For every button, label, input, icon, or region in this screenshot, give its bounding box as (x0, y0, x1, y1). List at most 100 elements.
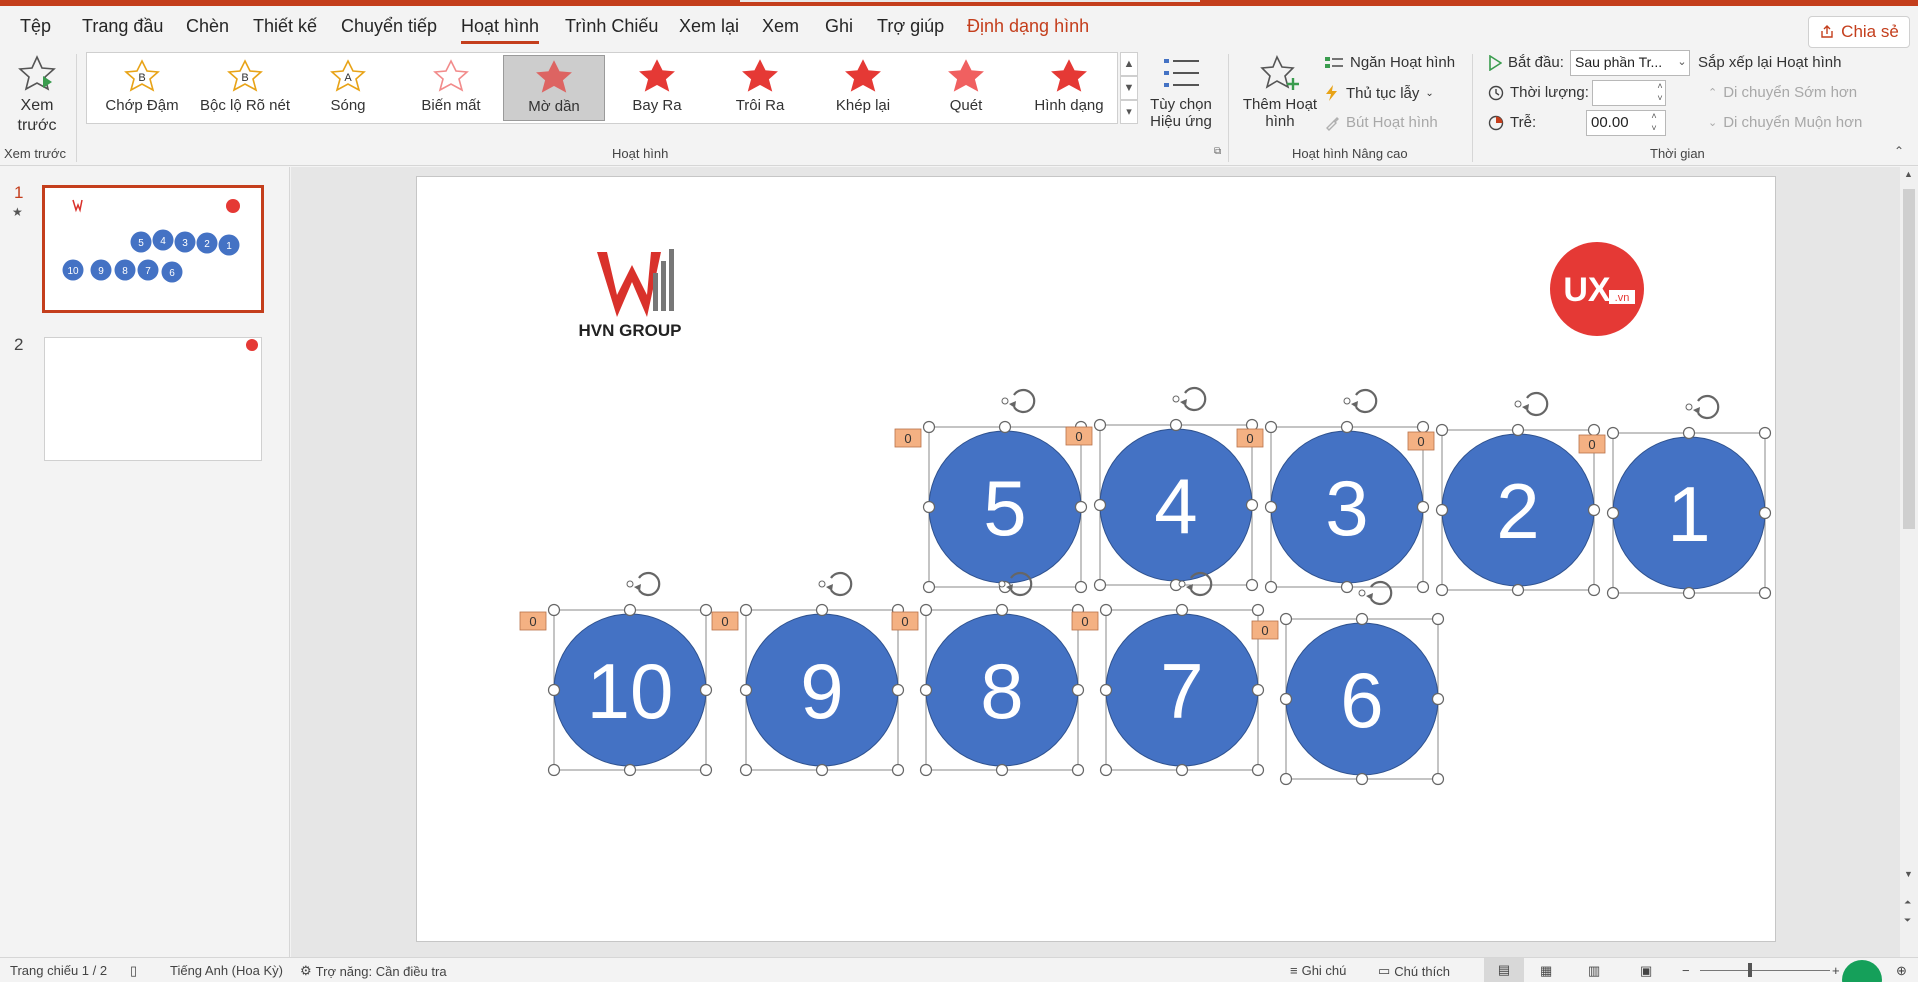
scroll-down-icon[interactable]: ▼ (1904, 869, 1913, 879)
resize-handle[interactable] (1587, 503, 1601, 517)
animation-option-8[interactable]: Khép lại (812, 55, 914, 121)
resize-handle[interactable] (919, 603, 933, 617)
preview-button[interactable]: Xem trước (6, 52, 68, 144)
collapse-ribbon-icon[interactable]: ⌃ (1894, 144, 1904, 158)
circle-shape[interactable]: 20 (1407, 391, 1601, 597)
tab-animations[interactable]: Hoạt hình (461, 16, 540, 44)
grammarly-icon[interactable] (1842, 960, 1882, 982)
resize-handle[interactable] (922, 580, 936, 594)
animation-order-tag[interactable]: 0 (894, 428, 922, 448)
zoom-slider[interactable] (1700, 970, 1830, 971)
resize-handle[interactable] (1175, 603, 1189, 617)
resize-handle[interactable] (547, 683, 561, 697)
circle-shape[interactable]: 80 (891, 571, 1085, 777)
start-dropdown-icon[interactable]: ⌄ (1676, 50, 1688, 76)
move-later-button[interactable]: ⌄ Di chuyển Muộn hơn (1708, 114, 1862, 131)
zoom-slider-thumb[interactable] (1748, 963, 1752, 977)
circle-shape[interactable]: 90 (711, 571, 905, 777)
resize-handle[interactable] (1435, 503, 1449, 517)
resize-handle[interactable] (1245, 578, 1259, 592)
resize-handle[interactable] (1264, 420, 1278, 434)
resize-handle[interactable] (1169, 418, 1183, 432)
slideshow-icon[interactable]: ▣ (1640, 963, 1652, 979)
resize-handle[interactable] (623, 603, 637, 617)
animation-order-tag[interactable]: 0 (711, 611, 739, 631)
delay-spin-icon[interactable]: ˄ ˅ (1648, 110, 1660, 136)
resize-handle[interactable] (1071, 683, 1085, 697)
zoom-out-icon[interactable]: − (1682, 963, 1690, 978)
resize-handle[interactable] (1355, 612, 1369, 626)
effect-options-button[interactable]: Tùy chọn Hiệu ứng (1138, 52, 1224, 144)
resize-handle[interactable] (699, 603, 713, 617)
tab-home[interactable]: Trang đầu (82, 16, 163, 37)
duration-spin-icon[interactable]: ˄ ˅ (1654, 80, 1666, 106)
resize-handle[interactable] (1511, 583, 1525, 597)
circle-shape[interactable]: 60 (1251, 580, 1445, 786)
resize-handle[interactable] (1587, 583, 1601, 597)
animation-option-2[interactable]: B Bộc lộ Rõ nét (194, 55, 296, 121)
resize-handle[interactable] (1435, 583, 1449, 597)
resize-handle[interactable] (998, 420, 1012, 434)
rotate-handle-icon[interactable] (1514, 391, 1549, 417)
animation-option-6[interactable]: Bay Ra (606, 55, 708, 121)
rotate-handle-icon[interactable] (1343, 388, 1378, 414)
resize-handle[interactable] (1279, 612, 1293, 626)
animation-option-5[interactable]: Mờ dần (503, 55, 605, 121)
resize-handle[interactable] (1099, 683, 1113, 697)
normal-view-icon[interactable]: ▤ (1484, 958, 1524, 982)
animation-pane-button[interactable]: Ngăn Hoạt hình (1324, 54, 1455, 71)
notes-button[interactable]: ≡ Ghi chú (1290, 963, 1346, 978)
slide-canvas[interactable]: HVN GROUP UX .vn 5 0 4 0 3 0 2 0 1 0 10 0 9 0 8 0 7 0 6 0 (416, 176, 1776, 942)
resize-handle[interactable] (919, 763, 933, 777)
resize-handle[interactable] (1264, 580, 1278, 594)
gallery-down-button[interactable]: ▼ (1120, 76, 1138, 100)
animation-option-3[interactable]: A Sóng (297, 55, 399, 121)
reading-view-icon[interactable]: ▥ (1588, 963, 1600, 979)
resize-handle[interactable] (1279, 692, 1293, 706)
resize-handle[interactable] (1264, 500, 1278, 514)
tab-insert[interactable]: Chèn (186, 16, 229, 37)
resize-handle[interactable] (1251, 603, 1265, 617)
resize-handle[interactable] (739, 683, 753, 697)
resize-handle[interactable] (1682, 586, 1696, 600)
slide-sorter-icon[interactable]: ▦ (1540, 963, 1552, 979)
resize-handle[interactable] (815, 603, 829, 617)
accessibility-status[interactable]: ⚙ Trợ năng: Cần điều tra (300, 963, 447, 979)
tab-file[interactable]: Tệp (20, 16, 51, 37)
share-button[interactable]: Chia sẻ (1808, 16, 1910, 48)
resize-handle[interactable] (891, 683, 905, 697)
resize-handle[interactable] (1175, 763, 1189, 777)
circle-shape[interactable]: 30 (1236, 388, 1430, 594)
resize-handle[interactable] (739, 763, 753, 777)
resize-handle[interactable] (1279, 772, 1293, 786)
vertical-scrollbar[interactable]: ▲ ▼ ⏶ ⏷ (1900, 167, 1918, 957)
add-animation-button[interactable]: Thêm Hoạt hình (1238, 52, 1322, 144)
resize-handle[interactable] (1587, 423, 1601, 437)
comments-button[interactable]: ▭ Chú thích (1378, 963, 1450, 979)
circle-shape[interactable]: 10 (1578, 394, 1772, 600)
tab-view[interactable]: Xem (762, 16, 799, 37)
resize-handle[interactable] (1758, 586, 1772, 600)
circle-shape[interactable]: 50 (894, 388, 1088, 594)
animation-order-tag[interactable]: 0 (1251, 620, 1279, 640)
animation-order-tag[interactable]: 0 (519, 611, 547, 631)
animation-order-tag[interactable]: 0 (891, 611, 919, 631)
tab-slideshow[interactable]: Trình Chiếu (565, 16, 658, 37)
fit-slide-icon[interactable]: ⊕ (1896, 963, 1907, 979)
zoom-in-icon[interactable]: + (1832, 963, 1840, 978)
circle-shape[interactable]: 10 0 (519, 571, 713, 777)
language-status[interactable]: Tiếng Anh (Hoa Kỳ) (170, 963, 283, 978)
tab-review[interactable]: Xem lại (679, 16, 739, 37)
spell-check-icon[interactable]: ▯ (130, 963, 137, 979)
resize-handle[interactable] (1606, 506, 1620, 520)
resize-handle[interactable] (995, 763, 1009, 777)
resize-handle[interactable] (1416, 500, 1430, 514)
resize-handle[interactable] (1758, 506, 1772, 520)
resize-handle[interactable] (1431, 612, 1445, 626)
move-earlier-button[interactable]: ⌃ Di chuyển Sớm hơn (1708, 84, 1857, 101)
rotate-handle-icon[interactable] (626, 571, 661, 597)
rotate-handle-icon[interactable] (818, 571, 853, 597)
scroll-up-icon[interactable]: ▲ (1904, 169, 1913, 179)
resize-handle[interactable] (1355, 772, 1369, 786)
rotate-handle-icon[interactable] (1001, 388, 1036, 414)
